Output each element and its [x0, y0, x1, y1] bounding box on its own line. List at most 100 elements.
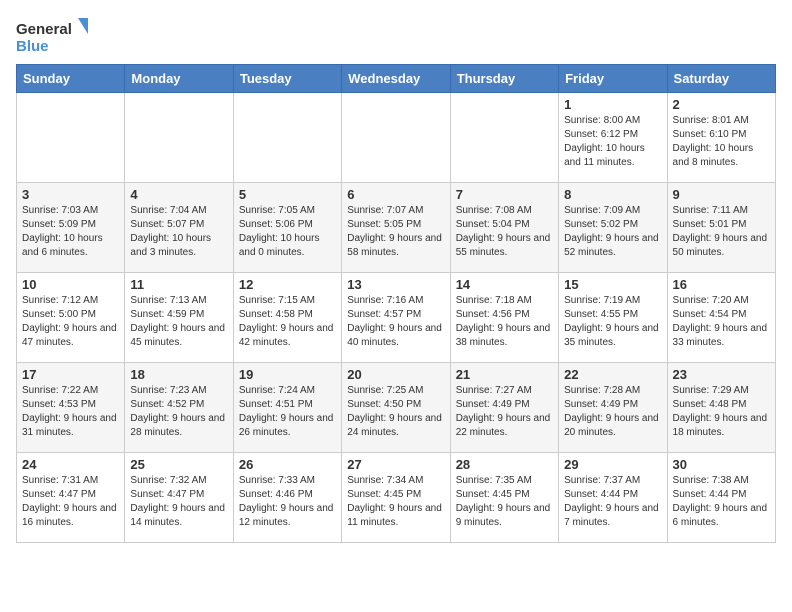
calendar-cell: 16 Sunrise: 7:20 AM Sunset: 4:54 PM Dayli…: [667, 273, 775, 363]
cell-info: Sunrise: 8:01 AM Sunset: 6:10 PM Dayligh…: [673, 114, 770, 170]
day-number: 7: [456, 187, 553, 202]
cell-info: Sunrise: 7:16 AM Sunset: 4:57 PM Dayligh…: [347, 294, 444, 350]
day-number: 30: [673, 457, 770, 472]
day-number: 10: [22, 277, 119, 292]
calendar-cell: 18 Sunrise: 7:23 AM Sunset: 4:52 PM Dayli…: [125, 363, 233, 453]
day-number: 25: [130, 457, 227, 472]
calendar-cell: 13Sunrise: 7:16 AM Sunset: 4:57 PM Dayli…: [342, 273, 450, 363]
cell-info: Sunrise: 7:34 AM Sunset: 4:45 PM Dayligh…: [347, 474, 444, 530]
day-number: 21: [456, 367, 553, 382]
day-number: 16: [673, 277, 770, 292]
day-number: 26: [239, 457, 336, 472]
calendar-cell: 28Sunrise: 7:35 AM Sunset: 4:45 PM Dayli…: [450, 453, 558, 543]
weekday-header-row: SundayMondayTuesdayWednesdayThursdayFrid…: [17, 65, 776, 93]
day-number: 24: [22, 457, 119, 472]
cell-info: Sunrise: 7:12 AM Sunset: 5:00 PM Dayligh…: [22, 294, 119, 350]
day-number: 19: [239, 367, 336, 382]
cell-info: Sunrise: 7:11 AM Sunset: 5:01 PM Dayligh…: [673, 204, 770, 260]
cell-info: Sunrise: 7:33 AM Sunset: 4:46 PM Dayligh…: [239, 474, 336, 530]
cell-info: Sunrise: 7:13 AM Sunset: 4:59 PM Dayligh…: [130, 294, 227, 350]
calendar-cell: 17Sunrise: 7:22 AM Sunset: 4:53 PM Dayli…: [17, 363, 125, 453]
weekday-header-wednesday: Wednesday: [342, 65, 450, 93]
calendar-cell: [125, 93, 233, 183]
weekday-header-monday: Monday: [125, 65, 233, 93]
cell-info: Sunrise: 7:32 AM Sunset: 4:47 PM Dayligh…: [130, 474, 227, 530]
calendar-cell: 5 Sunrise: 7:05 AM Sunset: 5:06 PM Daylig…: [233, 183, 341, 273]
day-number: 2: [673, 97, 770, 112]
week-row-3: 10 Sunrise: 7:12 AM Sunset: 5:00 PM Dayli…: [17, 273, 776, 363]
day-number: 22: [564, 367, 661, 382]
day-number: 1: [564, 97, 661, 112]
week-row-5: 24 Sunrise: 7:31 AM Sunset: 4:47 PM Dayli…: [17, 453, 776, 543]
cell-info: Sunrise: 7:15 AM Sunset: 4:58 PM Dayligh…: [239, 294, 336, 350]
cell-info: Sunrise: 8:00 AM Sunset: 6:12 PM Dayligh…: [564, 114, 661, 170]
calendar-cell: 27 Sunrise: 7:34 AM Sunset: 4:45 PM Dayli…: [342, 453, 450, 543]
calendar-cell: 7 Sunrise: 7:08 AM Sunset: 5:04 PM Daylig…: [450, 183, 558, 273]
day-number: 4: [130, 187, 227, 202]
cell-info: Sunrise: 7:19 AM Sunset: 4:55 PM Dayligh…: [564, 294, 661, 350]
cell-info: Sunrise: 7:38 AM Sunset: 4:44 PM Dayligh…: [673, 474, 770, 530]
header-area: GeneralBlue: [16, 16, 776, 56]
calendar-cell: 3Sunrise: 7:03 AM Sunset: 5:09 PM Daylig…: [17, 183, 125, 273]
day-number: 29: [564, 457, 661, 472]
calendar-cell: 15 Sunrise: 7:19 AM Sunset: 4:55 PM Dayli…: [559, 273, 667, 363]
calendar-cell: 10 Sunrise: 7:12 AM Sunset: 5:00 PM Dayli…: [17, 273, 125, 363]
week-row-4: 17Sunrise: 7:22 AM Sunset: 4:53 PM Dayli…: [17, 363, 776, 453]
day-number: 5: [239, 187, 336, 202]
calendar-cell: 21 Sunrise: 7:27 AM Sunset: 4:49 PM Dayli…: [450, 363, 558, 453]
cell-info: Sunrise: 7:08 AM Sunset: 5:04 PM Dayligh…: [456, 204, 553, 260]
day-number: 18: [130, 367, 227, 382]
logo: GeneralBlue: [16, 16, 96, 56]
calendar-cell: 14 Sunrise: 7:18 AM Sunset: 4:56 PM Dayli…: [450, 273, 558, 363]
weekday-header-thursday: Thursday: [450, 65, 558, 93]
week-row-1: 1 Sunrise: 8:00 AM Sunset: 6:12 PM Daylig…: [17, 93, 776, 183]
svg-text:General: General: [16, 21, 72, 38]
weekday-header-sunday: Sunday: [17, 65, 125, 93]
calendar-cell: 26 Sunrise: 7:33 AM Sunset: 4:46 PM Dayli…: [233, 453, 341, 543]
cell-info: Sunrise: 7:29 AM Sunset: 4:48 PM Dayligh…: [673, 384, 770, 440]
day-number: 11: [130, 277, 227, 292]
calendar-cell: 6 Sunrise: 7:07 AM Sunset: 5:05 PM Daylig…: [342, 183, 450, 273]
calendar-cell: 2 Sunrise: 8:01 AM Sunset: 6:10 PM Daylig…: [667, 93, 775, 183]
calendar-cell: [17, 93, 125, 183]
calendar-cell: 20Sunrise: 7:25 AM Sunset: 4:50 PM Dayli…: [342, 363, 450, 453]
calendar-cell: 8Sunrise: 7:09 AM Sunset: 5:02 PM Daylig…: [559, 183, 667, 273]
day-number: 27: [347, 457, 444, 472]
day-number: 23: [673, 367, 770, 382]
calendar-cell: 23 Sunrise: 7:29 AM Sunset: 4:48 PM Dayli…: [667, 363, 775, 453]
calendar-cell: [450, 93, 558, 183]
weekday-header-saturday: Saturday: [667, 65, 775, 93]
cell-info: Sunrise: 7:37 AM Sunset: 4:44 PM Dayligh…: [564, 474, 661, 530]
calendar-table: SundayMondayTuesdayWednesdayThursdayFrid…: [16, 64, 776, 543]
cell-info: Sunrise: 7:23 AM Sunset: 4:52 PM Dayligh…: [130, 384, 227, 440]
cell-info: Sunrise: 7:28 AM Sunset: 4:49 PM Dayligh…: [564, 384, 661, 440]
calendar-cell: 19 Sunrise: 7:24 AM Sunset: 4:51 PM Dayli…: [233, 363, 341, 453]
day-number: 14: [456, 277, 553, 292]
cell-info: Sunrise: 7:18 AM Sunset: 4:56 PM Dayligh…: [456, 294, 553, 350]
day-number: 15: [564, 277, 661, 292]
svg-text:Blue: Blue: [16, 38, 49, 55]
calendar-cell: [233, 93, 341, 183]
cell-info: Sunrise: 7:07 AM Sunset: 5:05 PM Dayligh…: [347, 204, 444, 260]
cell-info: Sunrise: 7:09 AM Sunset: 5:02 PM Dayligh…: [564, 204, 661, 260]
cell-info: Sunrise: 7:31 AM Sunset: 4:47 PM Dayligh…: [22, 474, 119, 530]
cell-info: Sunrise: 7:04 AM Sunset: 5:07 PM Dayligh…: [130, 204, 227, 260]
cell-info: Sunrise: 7:35 AM Sunset: 4:45 PM Dayligh…: [456, 474, 553, 530]
day-number: 17: [22, 367, 119, 382]
calendar-cell: 9 Sunrise: 7:11 AM Sunset: 5:01 PM Daylig…: [667, 183, 775, 273]
cell-info: Sunrise: 7:05 AM Sunset: 5:06 PM Dayligh…: [239, 204, 336, 260]
cell-info: Sunrise: 7:25 AM Sunset: 4:50 PM Dayligh…: [347, 384, 444, 440]
cell-info: Sunrise: 7:03 AM Sunset: 5:09 PM Dayligh…: [22, 204, 119, 260]
cell-info: Sunrise: 7:27 AM Sunset: 4:49 PM Dayligh…: [456, 384, 553, 440]
calendar-cell: 4 Sunrise: 7:04 AM Sunset: 5:07 PM Daylig…: [125, 183, 233, 273]
day-number: 6: [347, 187, 444, 202]
week-row-2: 3Sunrise: 7:03 AM Sunset: 5:09 PM Daylig…: [17, 183, 776, 273]
calendar-cell: [342, 93, 450, 183]
cell-info: Sunrise: 7:24 AM Sunset: 4:51 PM Dayligh…: [239, 384, 336, 440]
weekday-header-tuesday: Tuesday: [233, 65, 341, 93]
logo-svg: GeneralBlue: [16, 16, 96, 56]
cell-info: Sunrise: 7:20 AM Sunset: 4:54 PM Dayligh…: [673, 294, 770, 350]
calendar-cell: 25 Sunrise: 7:32 AM Sunset: 4:47 PM Dayli…: [125, 453, 233, 543]
day-number: 9: [673, 187, 770, 202]
calendar-cell: 22 Sunrise: 7:28 AM Sunset: 4:49 PM Dayli…: [559, 363, 667, 453]
